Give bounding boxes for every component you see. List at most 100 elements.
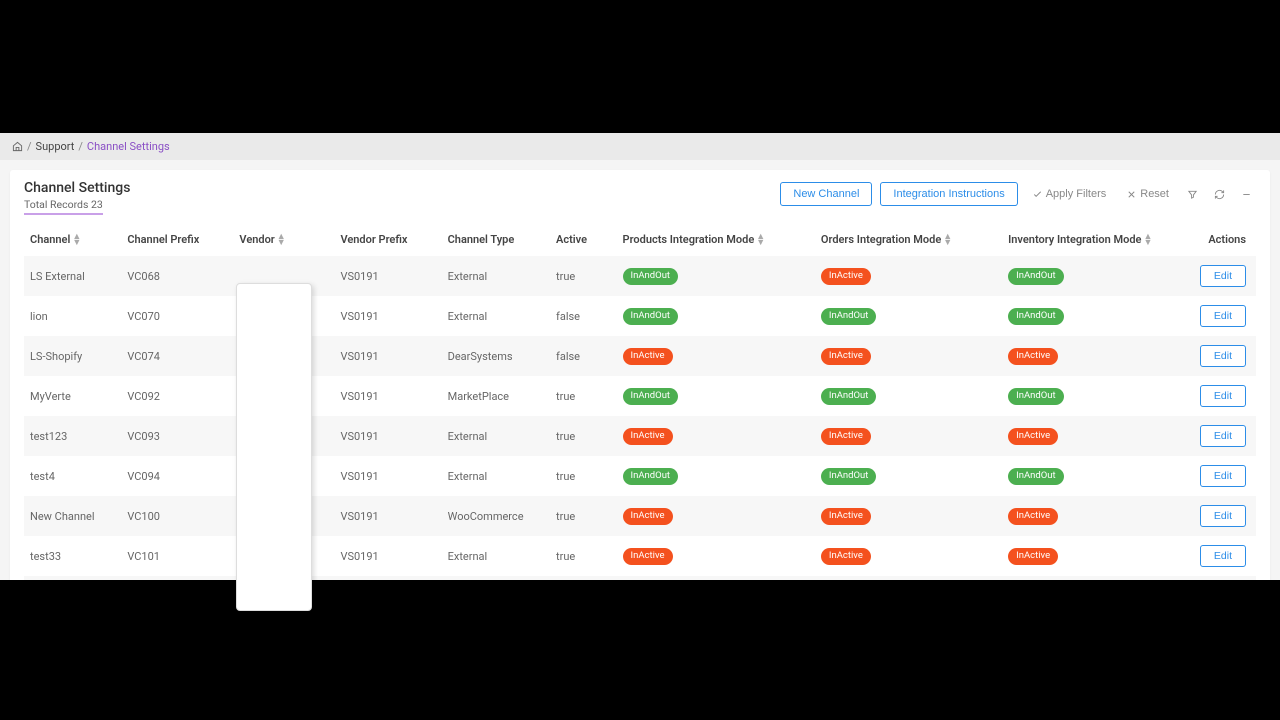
- status-badge: InActive: [1008, 428, 1058, 445]
- cell-active: true: [550, 536, 617, 576]
- cell-actions: Edit: [1194, 416, 1256, 456]
- cell-vendor-prefix: VS0191: [334, 296, 441, 336]
- page-title: Channel Settings: [24, 180, 130, 196]
- cell-actions: Edit: [1194, 256, 1256, 296]
- status-badge: InActive: [821, 268, 871, 285]
- cell-active: false: [550, 336, 617, 376]
- cell-channel: test4: [24, 456, 121, 496]
- cell-orders-mode: InAndOut: [815, 376, 1002, 416]
- cell-orders-mode: InActive: [815, 496, 1002, 536]
- col-vendor-prefix[interactable]: Vendor Prefix: [334, 221, 441, 256]
- cell-products-mode: InAndOut: [617, 296, 815, 336]
- cell-inventory-mode: InActive: [1002, 496, 1194, 536]
- cell-actions: Edit: [1194, 456, 1256, 496]
- col-active[interactable]: Active: [550, 221, 617, 256]
- status-badge: InAndOut: [623, 388, 679, 405]
- cell-channel-prefix: VC093: [121, 416, 233, 456]
- cell-actions: Edit: [1194, 296, 1256, 336]
- home-icon[interactable]: [12, 141, 23, 152]
- cell-products-mode: InAndOut: [617, 456, 815, 496]
- breadcrumb-current[interactable]: Channel Settings: [87, 140, 170, 153]
- status-badge: InActive: [821, 508, 871, 525]
- cell-channel: LS-Shopify: [24, 336, 121, 376]
- col-products-mode[interactable]: Products Integration Mode▲▼: [617, 221, 815, 256]
- letterbox-bottom: [0, 580, 1280, 720]
- cell-orders-mode: InAndOut: [815, 296, 1002, 336]
- cell-inventory-mode: InActive: [1002, 416, 1194, 456]
- cell-active: true: [550, 496, 617, 536]
- filter-icon[interactable]: [1183, 185, 1202, 204]
- table-row: LS-ShopifyVC074VS0191DearSystemsfalseInA…: [24, 336, 1256, 376]
- col-actions: Actions: [1194, 221, 1256, 256]
- edit-button[interactable]: Edit: [1200, 425, 1246, 447]
- vendor-dropdown-panel[interactable]: [236, 283, 312, 611]
- cell-channel: LS External: [24, 256, 121, 296]
- sort-icon: ▲▼: [72, 234, 81, 246]
- reset-button[interactable]: Reset: [1120, 184, 1175, 204]
- cell-active: true: [550, 376, 617, 416]
- cell-products-mode: InActive: [617, 416, 815, 456]
- edit-button[interactable]: Edit: [1200, 505, 1246, 527]
- col-channel[interactable]: Channel▲▼: [24, 221, 121, 256]
- status-badge: InActive: [623, 548, 673, 565]
- integration-instructions-button[interactable]: Integration Instructions: [880, 182, 1017, 206]
- edit-button[interactable]: Edit: [1200, 545, 1246, 567]
- new-channel-button[interactable]: New Channel: [780, 182, 872, 206]
- cell-channel-type: External: [442, 536, 550, 576]
- col-vendor[interactable]: Vendor▲▼: [233, 221, 334, 256]
- cell-vendor-prefix: VS0191: [334, 456, 441, 496]
- cell-channel-prefix: VC074: [121, 336, 233, 376]
- col-channel-prefix[interactable]: Channel Prefix: [121, 221, 233, 256]
- cell-orders-mode: InActive: [815, 256, 1002, 296]
- collapse-icon[interactable]: [1237, 185, 1256, 204]
- status-badge: InAndOut: [821, 388, 877, 405]
- status-badge: InActive: [1008, 508, 1058, 525]
- cell-channel-type: WooCommerce: [442, 496, 550, 536]
- table-row: test33VC101VS0191ExternaltrueInActiveInA…: [24, 536, 1256, 576]
- cell-orders-mode: InAndOut: [815, 456, 1002, 496]
- cell-vendor-prefix: VS0191: [334, 336, 441, 376]
- status-badge: InAndOut: [1008, 268, 1064, 285]
- status-badge: InActive: [623, 508, 673, 525]
- breadcrumb-support[interactable]: Support: [36, 140, 75, 153]
- cell-orders-mode: InActive: [815, 416, 1002, 456]
- breadcrumb-separator: /: [78, 140, 83, 153]
- edit-button[interactable]: Edit: [1200, 345, 1246, 367]
- sort-icon: ▲▼: [277, 234, 286, 246]
- cell-inventory-mode: InActive: [1002, 536, 1194, 576]
- status-badge: InActive: [821, 428, 871, 445]
- cell-products-mode: InActive: [617, 536, 815, 576]
- cell-channel-type: External: [442, 256, 550, 296]
- status-badge: InAndOut: [1008, 388, 1064, 405]
- edit-button[interactable]: Edit: [1200, 385, 1246, 407]
- sort-icon: ▲▼: [1143, 234, 1152, 246]
- status-badge: InAndOut: [821, 468, 877, 485]
- col-orders-mode[interactable]: Orders Integration Mode▲▼: [815, 221, 1002, 256]
- edit-button[interactable]: Edit: [1200, 305, 1246, 327]
- cell-channel: test123: [24, 416, 121, 456]
- cell-vendor-prefix: VS0191: [334, 416, 441, 456]
- status-badge: InAndOut: [1008, 468, 1064, 485]
- table-row: test4VC094VS0191ExternaltrueInAndOutInAn…: [24, 456, 1256, 496]
- edit-button[interactable]: Edit: [1200, 465, 1246, 487]
- cell-actions: Edit: [1194, 376, 1256, 416]
- status-badge: InActive: [1008, 548, 1058, 565]
- edit-button[interactable]: Edit: [1200, 265, 1246, 287]
- apply-filters-button[interactable]: Apply Filters: [1026, 184, 1113, 204]
- cell-active: true: [550, 456, 617, 496]
- cell-channel: New Channel: [24, 496, 121, 536]
- col-inventory-mode[interactable]: Inventory Integration Mode▲▼: [1002, 221, 1194, 256]
- cell-vendor-prefix: VS0191: [334, 536, 441, 576]
- cell-orders-mode: InActive: [815, 336, 1002, 376]
- col-channel-type[interactable]: Channel Type: [442, 221, 550, 256]
- breadcrumb: / Support / Channel Settings: [0, 133, 1280, 160]
- sort-icon: ▲▼: [756, 234, 765, 246]
- status-badge: InAndOut: [623, 308, 679, 325]
- cell-active: true: [550, 256, 617, 296]
- status-badge: InActive: [1008, 348, 1058, 365]
- cell-channel-type: MarketPlace: [442, 376, 550, 416]
- toolbar: New Channel Integration Instructions App…: [780, 182, 1256, 206]
- sort-icon: ▲▼: [943, 234, 952, 246]
- refresh-icon[interactable]: [1210, 185, 1229, 204]
- status-badge: InAndOut: [623, 268, 679, 285]
